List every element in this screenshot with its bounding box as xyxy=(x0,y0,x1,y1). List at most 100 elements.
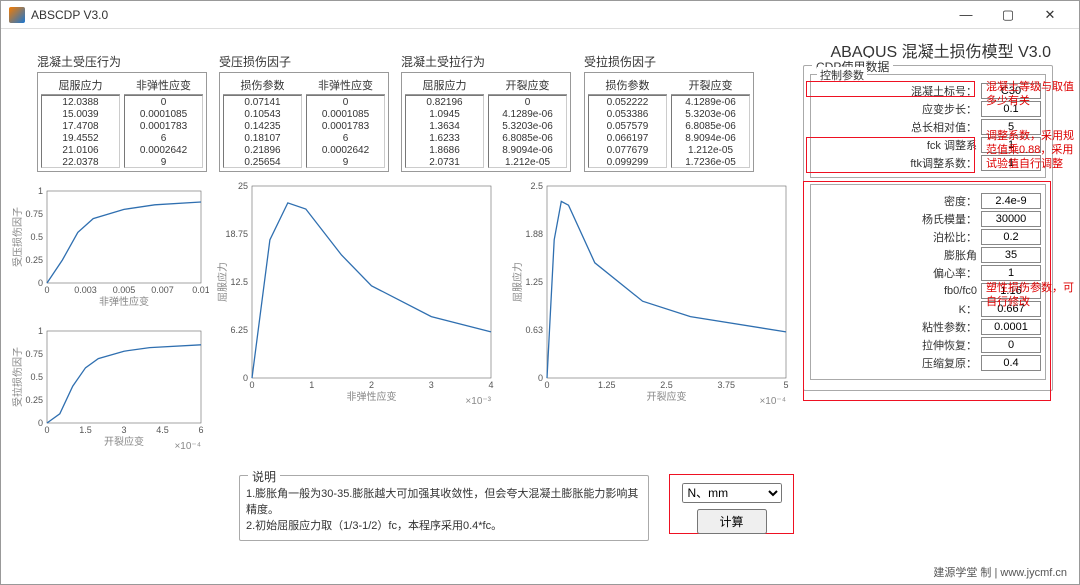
svg-text:开裂应变: 开裂应变 xyxy=(104,435,144,448)
svg-text:2: 2 xyxy=(369,380,374,390)
svg-text:0: 0 xyxy=(38,418,43,428)
table-title: 混凝土受压行为 xyxy=(37,53,207,70)
field-input[interactable] xyxy=(981,265,1041,281)
svg-text:0.5: 0.5 xyxy=(30,372,43,382)
app-title-text: ABSCDP V3.0 xyxy=(31,8,945,22)
svg-text:18.75: 18.75 xyxy=(225,229,248,239)
field-input[interactable] xyxy=(981,211,1041,227)
svg-text:2.5: 2.5 xyxy=(530,181,543,191)
app-icon xyxy=(9,7,25,23)
svg-text:2.5: 2.5 xyxy=(660,380,673,390)
col-body[interactable]: 0.0522220.0533860.0575790.0661970.077679… xyxy=(588,95,667,168)
field-row: 粘性参数： xyxy=(815,319,1041,335)
field-input[interactable] xyxy=(981,355,1041,371)
calc-button[interactable]: 计算 xyxy=(697,509,767,534)
table-title: 受拉损伤因子 xyxy=(584,53,754,70)
field-label: 膨胀角 xyxy=(815,247,977,263)
cdp-data-panel: CDP使用数据 控制参数 混凝土标号：应变步长：总长相对值：fck 调整系ftk… xyxy=(803,65,1053,391)
svg-text:0.25: 0.25 xyxy=(25,255,43,265)
notes-panel: 说明 1.膨胀角一般为30-35.膨胀越大可加强其收敛性，但会夸大混凝土膨胀能力… xyxy=(239,475,649,541)
svg-text:0: 0 xyxy=(544,380,549,390)
svg-text:受压损伤因子: 受压损伤因子 xyxy=(11,207,24,267)
table-title: 受压损伤因子 xyxy=(219,53,389,70)
table-title: 混凝土受拉行为 xyxy=(401,53,571,70)
field-row: 偏心率： xyxy=(815,265,1041,281)
note-line-1: 1.膨胀角一般为30-35.膨胀越大可加强其收敛性，但会夸大混凝土膨胀能力影响其… xyxy=(246,486,642,518)
col-body[interactable]: 00.00010850.000178360.000264290.00036577 xyxy=(124,95,203,168)
field-label: 混凝土标号： xyxy=(815,83,977,99)
anno-adjust: 调整系数，采用规范值乘0.88，采用试验值自行调整 xyxy=(986,129,1076,171)
field-label: ftk调整系数： xyxy=(815,155,977,171)
chart-tensile-stress: 01.252.53.75500.631.251.882.5 开裂应变 屈服应力 … xyxy=(509,178,794,408)
maximize-button[interactable]: ▢ xyxy=(987,2,1029,28)
svg-text:1: 1 xyxy=(309,380,314,390)
svg-text:4.5: 4.5 xyxy=(156,425,169,435)
svg-text:4: 4 xyxy=(488,380,493,390)
chart-compress-stress: 0123406.2512.518.7525 非弹性应变 屈服应力 ×10⁻³ xyxy=(214,178,499,408)
field-row: 压缩复原： xyxy=(815,355,1041,371)
field-input[interactable] xyxy=(981,193,1041,209)
field-label: 粘性参数： xyxy=(815,319,977,335)
unit-select[interactable]: N、mm xyxy=(682,483,782,503)
col-header: 开裂应变 xyxy=(488,76,567,95)
field-input[interactable] xyxy=(981,229,1041,245)
field-row: 膨胀角 xyxy=(815,247,1041,263)
svg-text:×10⁻⁴: ×10⁻⁴ xyxy=(174,441,201,452)
field-label: 拉伸恢复： xyxy=(815,337,977,353)
close-button[interactable]: ✕ xyxy=(1029,2,1071,28)
chart-tensile-damage: 01.534.5600.250.50.751 开裂应变 受拉损伤因子 ×10⁻⁴ xyxy=(9,323,209,453)
footer: 建源学堂 制 | www.jycmf.cn xyxy=(933,564,1067,580)
svg-text:1.25: 1.25 xyxy=(598,380,616,390)
svg-text:0.007: 0.007 xyxy=(151,285,174,295)
compress-damage-table: 受压损伤因子 损伤参数0.071410.105430.142350.181070… xyxy=(219,53,389,172)
field-label: 总长相对值： xyxy=(815,119,977,135)
control-legend: 控制参数 xyxy=(817,67,867,83)
svg-text:1.5: 1.5 xyxy=(79,425,92,435)
field-label: fb0/fc0 xyxy=(815,285,977,297)
col-body[interactable]: 00.00010850.000178360.000264290.00036577 xyxy=(306,95,385,168)
svg-text:6.25: 6.25 xyxy=(230,325,248,335)
svg-text:3: 3 xyxy=(429,380,434,390)
notes-legend: 说明 xyxy=(248,468,280,485)
svg-text:×10⁻⁴: ×10⁻⁴ xyxy=(759,396,786,407)
chart-compress-damage: 00.0030.0050.0070.0100.250.50.751 非弹性应变 … xyxy=(9,183,209,313)
col-body[interactable]: 0.071410.105430.142350.181070.218960.256… xyxy=(223,95,302,168)
svg-text:0.75: 0.75 xyxy=(25,209,43,219)
col-body[interactable]: 04.1289e-065.3203e-066.8085e-068.9094e-0… xyxy=(488,95,567,168)
svg-text:1.25: 1.25 xyxy=(525,277,543,287)
field-input[interactable] xyxy=(981,247,1041,263)
col-body[interactable]: 0.821961.09451.36341.62331.86862.07312.2… xyxy=(405,95,484,168)
field-label: 偏心率： xyxy=(815,265,977,281)
svg-text:25: 25 xyxy=(238,181,248,191)
field-input[interactable] xyxy=(981,319,1041,335)
svg-text:0: 0 xyxy=(249,380,254,390)
svg-text:0.003: 0.003 xyxy=(74,285,97,295)
field-label: 压缩复原： xyxy=(815,355,977,371)
svg-text:3.75: 3.75 xyxy=(717,380,735,390)
svg-text:屈服应力: 屈服应力 xyxy=(511,262,524,302)
field-input[interactable] xyxy=(981,337,1041,353)
field-label: fck 调整系 xyxy=(815,137,977,153)
col-header: 屈服应力 xyxy=(41,76,120,95)
col-body[interactable]: 12.038815.003917.470819.455221.010622.03… xyxy=(41,95,120,168)
svg-text:0.01: 0.01 xyxy=(192,285,209,295)
col-body[interactable]: 4.1289e-065.3203e-066.8085e-068.9094e-06… xyxy=(671,95,750,168)
svg-text:12.5: 12.5 xyxy=(230,277,248,287)
calc-controls: N、mm 计算 xyxy=(669,474,794,534)
svg-text:0: 0 xyxy=(44,425,49,435)
svg-text:受拉损伤因子: 受拉损伤因子 xyxy=(11,347,24,407)
field-row: 杨氏模量： xyxy=(815,211,1041,227)
col-header: 损伤参数 xyxy=(223,76,302,95)
svg-text:1.88: 1.88 xyxy=(525,229,543,239)
svg-text:屈服应力: 屈服应力 xyxy=(216,262,229,302)
minimize-button[interactable]: — xyxy=(945,2,987,28)
svg-text:0.75: 0.75 xyxy=(25,349,43,359)
svg-text:非弹性应变: 非弹性应变 xyxy=(347,390,397,403)
note-line-2: 2.初始屈服应力取（1/3-1/2）fc，本程序采用0.4*fc。 xyxy=(246,518,642,534)
field-label: 泊松比： xyxy=(815,229,977,245)
svg-text:3: 3 xyxy=(121,425,126,435)
svg-text:0: 0 xyxy=(44,285,49,295)
svg-text:开裂应变: 开裂应变 xyxy=(647,390,687,403)
col-header: 非弹性应变 xyxy=(306,76,385,95)
svg-text:0.5: 0.5 xyxy=(30,232,43,242)
